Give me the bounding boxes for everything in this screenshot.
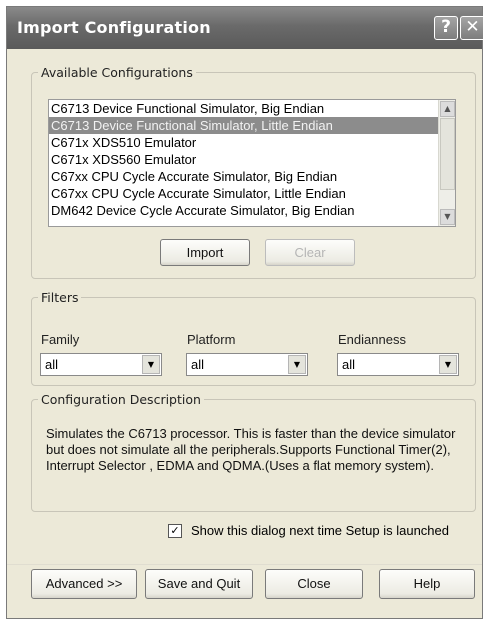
advanced-button[interactable]: Advanced >> <box>31 569 137 599</box>
close-title-button[interactable]: ✕ <box>460 16 483 40</box>
list-item[interactable]: C671x XDS510 Emulator <box>49 134 455 151</box>
dialog-title: Import Configuration <box>17 18 211 37</box>
endianness-select[interactable]: all ▼ <box>337 353 459 376</box>
family-label: Family <box>41 332 80 347</box>
filters-legend: Filters <box>41 290 79 305</box>
list-item[interactable]: C6713 Device Functional Simulator, Big E… <box>49 100 455 117</box>
family-select[interactable]: all ▼ <box>40 353 162 376</box>
import-configuration-dialog: Import Configuration ? ✕ Available Confi… <box>6 6 483 619</box>
configuration-description-group: Configuration Description Simulates the … <box>31 392 476 512</box>
divider <box>7 564 482 565</box>
help-button[interactable]: Help <box>379 569 475 599</box>
list-item[interactable]: C67xx CPU Cycle Accurate Simulator, Big … <box>49 168 455 185</box>
chevron-down-icon[interactable]: ▼ <box>439 355 457 374</box>
configuration-description-legend: Configuration Description <box>41 392 201 407</box>
filters-group: Filters Family all ▼ Platform all ▼ Endi… <box>31 290 476 386</box>
list-item-selected[interactable]: C6713 Device Functional Simulator, Littl… <box>49 117 455 134</box>
scroll-thumb[interactable] <box>440 118 455 190</box>
configurations-listbox[interactable]: C6713 Device Functional Simulator, Big E… <box>48 99 456 227</box>
list-item[interactable]: C671x XDS560 Emulator <box>49 151 455 168</box>
show-dialog-checkbox[interactable]: ✓ <box>168 524 182 538</box>
configuration-description-text: Simulates the C6713 processor. This is f… <box>46 426 456 473</box>
available-configurations-group: Available Configurations C6713 Device Fu… <box>31 65 476 279</box>
list-scrollbar[interactable]: ▲ ▼ <box>438 100 455 226</box>
platform-label: Platform <box>187 332 236 347</box>
close-button[interactable]: Close <box>265 569 363 599</box>
scroll-up-icon[interactable]: ▲ <box>440 101 455 117</box>
list-item[interactable]: C67xx CPU Cycle Accurate Simulator, Litt… <box>49 185 455 202</box>
list-item[interactable]: DM642 Device Cycle Accurate Simulator, B… <box>49 202 455 219</box>
show-dialog-label[interactable]: Show this dialog next time Setup is laun… <box>191 523 449 538</box>
family-value: all <box>45 357 59 372</box>
clear-button[interactable]: Clear <box>265 239 355 266</box>
scroll-down-icon[interactable]: ▼ <box>440 209 455 225</box>
title-bar[interactable]: Import Configuration ? ✕ <box>7 7 483 49</box>
platform-select[interactable]: all ▼ <box>186 353 308 376</box>
import-button[interactable]: Import <box>160 239 250 266</box>
available-configurations-legend: Available Configurations <box>41 65 193 80</box>
help-title-button[interactable]: ? <box>434 16 458 40</box>
endianness-value: all <box>342 357 356 372</box>
endianness-label: Endianness <box>338 332 406 347</box>
chevron-down-icon[interactable]: ▼ <box>288 355 306 374</box>
save-and-quit-button[interactable]: Save and Quit <box>145 569 253 599</box>
platform-value: all <box>191 357 205 372</box>
chevron-down-icon[interactable]: ▼ <box>142 355 160 374</box>
